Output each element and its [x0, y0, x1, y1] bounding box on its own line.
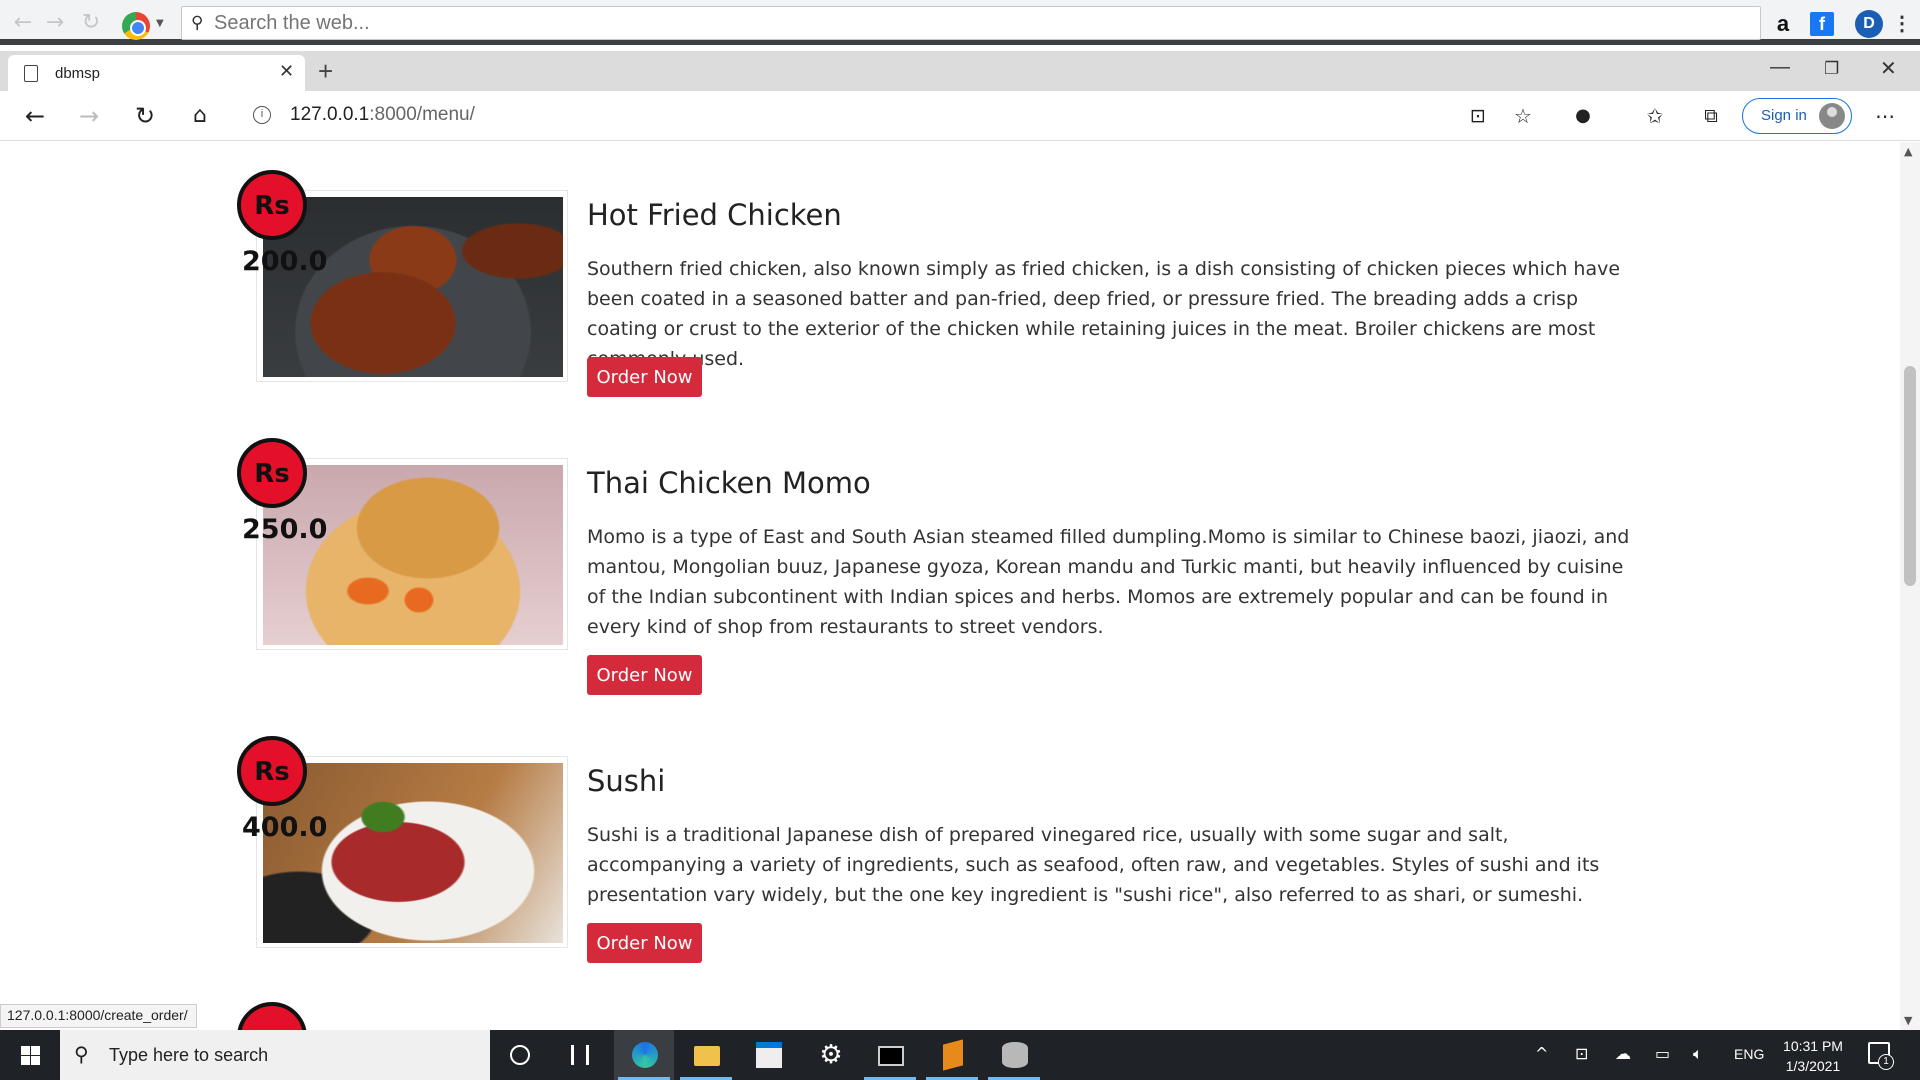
momo-photo [263, 465, 563, 645]
url-text[interactable]: 127.0.0.1:8000/menu/ [290, 104, 475, 126]
file-explorer-icon[interactable] [676, 1030, 736, 1080]
order-now-button[interactable]: Order Now [587, 357, 702, 397]
outer-reload-icon[interactable]: ↻ [80, 12, 102, 34]
outer-search-input[interactable] [214, 11, 1714, 35]
currency-label: Rs [254, 191, 290, 221]
taskbar-search-box[interactable]: ⚲ Type here to search [60, 1030, 490, 1080]
read-aloud-icon[interactable]: ⊡ [1463, 101, 1493, 131]
dish-description: Southern fried chicken, also known simpl… [587, 258, 1621, 370]
chrome-logo-icon[interactable] [122, 12, 150, 40]
close-tab-icon[interactable]: ✕ [279, 61, 294, 82]
home-button[interactable]: ⌂ [185, 101, 215, 131]
favorite-star-icon[interactable]: ☆ [1508, 101, 1538, 131]
dish-title: Sushi [587, 764, 666, 798]
taskbar: ⚲ Type here to search ⚙ ^ ⊡ ☁ ▭ 🔈︎ ENG 1… [0, 1030, 1920, 1080]
forward-button[interactable]: → [74, 101, 104, 131]
cortana-icon[interactable] [490, 1030, 550, 1080]
more-vertical-icon[interactable]: ⋮ [1890, 12, 1914, 36]
favorites-icon[interactable]: ✩ [1640, 101, 1670, 131]
tab-dbmsp[interactable]: dbmsp ✕ [8, 55, 305, 91]
menu-item: Rs 250.0 Thai Chicken Momo Momo is a typ… [0, 410, 1900, 695]
facebook-icon[interactable]: f [1810, 12, 1834, 36]
dish-price: 250.0 [242, 514, 328, 545]
status-url-tooltip: 127.0.0.1:8000/create_order/ [0, 1004, 197, 1028]
scroll-thumb[interactable] [1904, 366, 1916, 586]
amazon-icon[interactable]: a [1771, 12, 1795, 36]
onedrive-icon[interactable]: ☁ [1615, 1044, 1631, 1063]
tab-strip: dbmsp ✕ + — ❐ ✕ [0, 51, 1920, 91]
avatar-icon [1819, 103, 1845, 129]
windows-start-icon[interactable] [0, 1030, 60, 1080]
clock-date: 1/3/2021 [1785, 1058, 1841, 1074]
clock-time: 10:31 PM [1783, 1038, 1843, 1054]
page-icon [24, 65, 38, 82]
dish-price: 400.0 [242, 812, 328, 843]
database-icon[interactable] [984, 1030, 1044, 1080]
dish-title: Thai Chicken Momo [587, 466, 871, 500]
order-now-button[interactable]: Order Now [587, 923, 702, 963]
menu-item: Rs 200.0 Hot Fried Chicken Southern frie… [0, 142, 1900, 412]
scrollbar[interactable]: ▲ ▼ [1900, 142, 1920, 1030]
edge-taskbar-icon[interactable] [614, 1030, 674, 1080]
close-window-button[interactable]: ✕ [1880, 56, 1897, 81]
menu-item: Rs 400.0 Sushi Sushi is a traditional Ja… [0, 708, 1900, 978]
chevron-up-icon[interactable]: ^ [1535, 1044, 1548, 1063]
extension-circle-icon[interactable]: ● [1568, 101, 1598, 131]
collections-icon[interactable]: ⧉ [1696, 101, 1726, 131]
currency-label: Rs [254, 757, 290, 787]
back-button[interactable]: ← [20, 101, 50, 131]
restore-button[interactable]: ❐ [1824, 59, 1839, 79]
currency-badge-partial [237, 1002, 307, 1030]
dish-title: Hot Fried Chicken [587, 198, 842, 232]
scroll-down-icon[interactable]: ▼ [1904, 1014, 1912, 1027]
raw-meat-photo [263, 763, 563, 943]
info-icon[interactable]: i [253, 106, 271, 124]
refresh-button[interactable]: ↻ [130, 101, 160, 131]
outer-back-icon[interactable]: ← [12, 12, 34, 34]
tab-title: dbmsp [55, 65, 101, 82]
language-indicator[interactable]: ENG [1734, 1046, 1764, 1062]
search-icon: ⚲ [191, 13, 204, 33]
volume-icon[interactable]: 🔈︎ [1693, 1044, 1703, 1064]
battery-icon[interactable]: ▭ [1655, 1044, 1670, 1063]
scroll-up-icon[interactable]: ▲ [1904, 145, 1912, 158]
notification-count: 1 [1878, 1054, 1894, 1070]
sublime-text-icon[interactable] [922, 1030, 982, 1080]
fried-chicken-photo [263, 197, 563, 377]
more-horizontal-icon[interactable]: ⋯ [1870, 101, 1900, 131]
meet-now-icon[interactable]: ⊡ [1575, 1044, 1588, 1063]
clock[interactable]: 10:31 PM 1/3/2021 [1778, 1036, 1848, 1076]
minimize-button[interactable]: — [1770, 56, 1790, 79]
currency-badge: Rs [237, 736, 307, 806]
dish-description: Sushi is a traditional Japanese dish of … [587, 824, 1600, 906]
dish-price: 200.0 [242, 246, 328, 277]
taskbar-search-placeholder: Type here to search [109, 1045, 269, 1065]
task-view-icon[interactable] [550, 1030, 610, 1080]
store-icon[interactable] [738, 1030, 798, 1080]
url-host: 127.0.0.1 [290, 104, 370, 125]
d-extension-icon[interactable]: D [1855, 10, 1883, 38]
new-tab-button[interactable]: + [318, 56, 333, 87]
chevron-down-icon[interactable]: ▼ [156, 18, 164, 29]
address-toolbar: ← → ↻ ⌂ i 127.0.0.1:8000/menu/ ⊡ ☆ ● ✩ ⧉… [0, 91, 1920, 141]
settings-gear-icon[interactable]: ⚙ [800, 1030, 860, 1080]
terminal-icon[interactable] [860, 1030, 920, 1080]
outer-forward-icon[interactable]: → [44, 12, 66, 34]
currency-badge: Rs [237, 170, 307, 240]
currency-badge: Rs [237, 438, 307, 508]
url-path: :8000/menu/ [369, 104, 475, 125]
sign-in-label: Sign in [1761, 107, 1807, 124]
sign-in-button[interactable]: Sign in [1742, 98, 1852, 134]
menu-page: Rs 200.0 Hot Fried Chicken Southern frie… [0, 142, 1900, 1030]
search-icon: ⚲ [74, 1042, 89, 1066]
dish-description: Momo is a type of East and South Asian s… [587, 526, 1630, 638]
outer-toolbar: ← → ↻ ▼ ⚲ a f D ⋮ [0, 0, 1920, 45]
order-now-button[interactable]: Order Now [587, 655, 702, 695]
address-bar[interactable]: i 127.0.0.1:8000/menu/ [235, 97, 1545, 135]
outer-search-box[interactable]: ⚲ [181, 6, 1761, 40]
currency-label: Rs [254, 459, 290, 489]
